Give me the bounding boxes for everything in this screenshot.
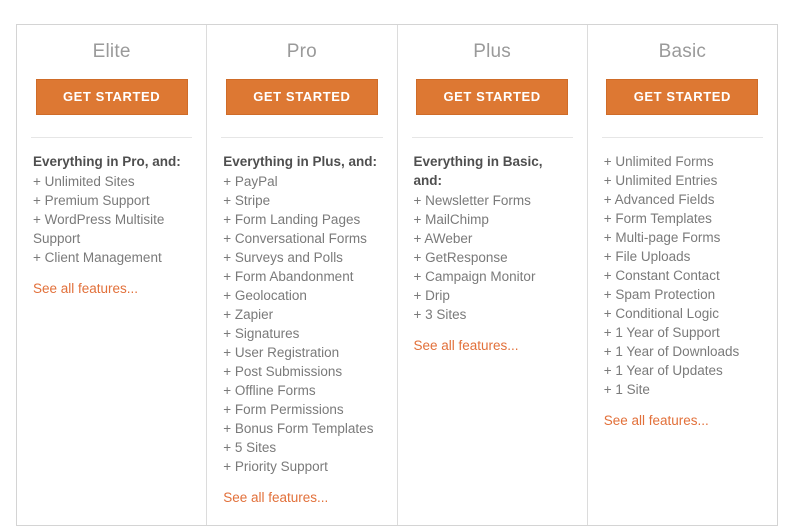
feature-list: + PayPal + Stripe + Form Landing Pages + Co…: [223, 172, 380, 476]
features-heading: Everything in Pro, and:: [33, 154, 181, 169]
pricing-table: Elite GET STARTED Everything in Pro, and: +…: [16, 24, 778, 526]
cta-container: GET STARTED: [588, 65, 777, 115]
cta-container: GET STARTED: [17, 65, 206, 115]
plan-column-basic: Basic GET STARTED + Unlimited Forms + Unlim…: [587, 25, 777, 525]
plan-column-plus: Plus GET STARTED Everything in Basic, and:…: [397, 25, 588, 525]
feature-item: + Advanced Fields: [603, 192, 715, 207]
divider-container: [398, 115, 587, 138]
feature-item: + AWeber: [413, 231, 473, 246]
get-started-button[interactable]: GET STARTED: [225, 79, 378, 115]
divider-container: [207, 115, 396, 138]
feature-item: + Unlimited Forms: [603, 154, 714, 169]
plan-header: Basic: [588, 25, 777, 65]
feature-item: + Conversational Forms: [223, 231, 367, 246]
feature-list: + Newsletter Forms + MailChimp + AWeber + G…: [414, 191, 571, 324]
feature-item: + Bonus Form Templates: [223, 421, 374, 436]
feature-item: + Form Permissions: [223, 402, 344, 417]
feature-item: + User Registration: [223, 345, 340, 360]
divider-container: [17, 115, 206, 138]
features-section: + Unlimited Forms + Unlimited Entries + Ad…: [588, 138, 777, 525]
see-all-features-link[interactable]: See all features...: [414, 336, 519, 355]
feature-item: + Priority Support: [223, 459, 328, 474]
get-started-button[interactable]: GET STARTED: [416, 79, 569, 115]
plan-header: Pro: [207, 25, 396, 65]
features-section: Everything in Basic, and: + Newsletter Fo…: [398, 138, 587, 525]
feature-item: + Drip: [413, 288, 450, 303]
features-section: Everything in Pro, and: + Unlimited Sites…: [17, 138, 206, 525]
feature-item: + Signatures: [223, 326, 300, 341]
feature-item: + Form Abandonment: [223, 269, 354, 284]
plan-header: Plus: [398, 25, 587, 65]
feature-item: + Conditional Logic: [603, 306, 719, 321]
feature-item: + 5 Sites: [223, 440, 277, 455]
plan-title: Plus: [473, 41, 511, 62]
feature-list: + Unlimited Forms + Unlimited Entries + Ad…: [604, 152, 761, 399]
feature-item: + Multi-page Forms: [603, 230, 721, 245]
feature-item: + 1 Year of Updates: [603, 363, 723, 378]
features-heading: Everything in Basic, and:: [413, 154, 543, 188]
feature-item: + 1 Year of Support: [603, 325, 720, 340]
feature-item: + GetResponse: [413, 250, 508, 265]
feature-item: + Unlimited Entries: [603, 173, 718, 188]
feature-item: + Form Templates: [603, 211, 712, 226]
feature-item: + Offline Forms: [223, 383, 316, 398]
feature-item: + Campaign Monitor: [413, 269, 536, 284]
plan-title: Basic: [658, 41, 707, 62]
feature-item: + Surveys and Polls: [223, 250, 343, 265]
get-started-button[interactable]: GET STARTED: [35, 79, 188, 115]
feature-list: + Unlimited Sites + Premium Support + Word…: [33, 172, 190, 267]
feature-item: + Client Management: [33, 250, 162, 265]
plan-column-elite: Elite GET STARTED Everything in Pro, and: +…: [17, 25, 208, 525]
plan-title: Elite: [92, 41, 131, 62]
features-heading: Everything in Plus, and:: [223, 154, 378, 169]
feature-item: + 1 Site: [603, 382, 650, 397]
see-all-features-link[interactable]: See all features...: [223, 488, 328, 507]
feature-item: + Post Submissions: [223, 364, 343, 379]
feature-item: + Unlimited Sites: [33, 174, 135, 189]
feature-item: + 1 Year of Downloads: [603, 344, 740, 359]
plan-column-pro: Pro GET STARTED Everything in Plus, and: + …: [207, 25, 398, 525]
features-section: Everything in Plus, and: + PayPal + Stripe…: [207, 138, 396, 525]
feature-item: + PayPal: [223, 174, 278, 189]
feature-item: + Spam Protection: [603, 287, 716, 302]
feature-item: + Stripe: [223, 193, 271, 208]
feature-item: + Zapier: [223, 307, 274, 322]
feature-item: + MailChimp: [413, 212, 489, 227]
get-started-button[interactable]: GET STARTED: [606, 79, 759, 115]
plan-title: Pro: [286, 41, 317, 62]
see-all-features-link[interactable]: See all features...: [33, 279, 138, 298]
feature-item: + WordPress Multisite Support: [33, 212, 165, 246]
feature-item: + Premium Support: [33, 193, 150, 208]
feature-item: + Geolocation: [223, 288, 307, 303]
feature-item: + Newsletter Forms: [413, 193, 531, 208]
feature-item: + Constant Contact: [603, 268, 720, 283]
cta-container: GET STARTED: [207, 65, 396, 115]
feature-item: + 3 Sites: [413, 307, 467, 322]
see-all-features-link[interactable]: See all features...: [604, 411, 709, 430]
feature-item: + Form Landing Pages: [223, 212, 361, 227]
plan-header: Elite: [17, 25, 206, 65]
feature-item: + File Uploads: [603, 249, 691, 264]
cta-container: GET STARTED: [398, 65, 587, 115]
divider-container: [588, 115, 777, 138]
